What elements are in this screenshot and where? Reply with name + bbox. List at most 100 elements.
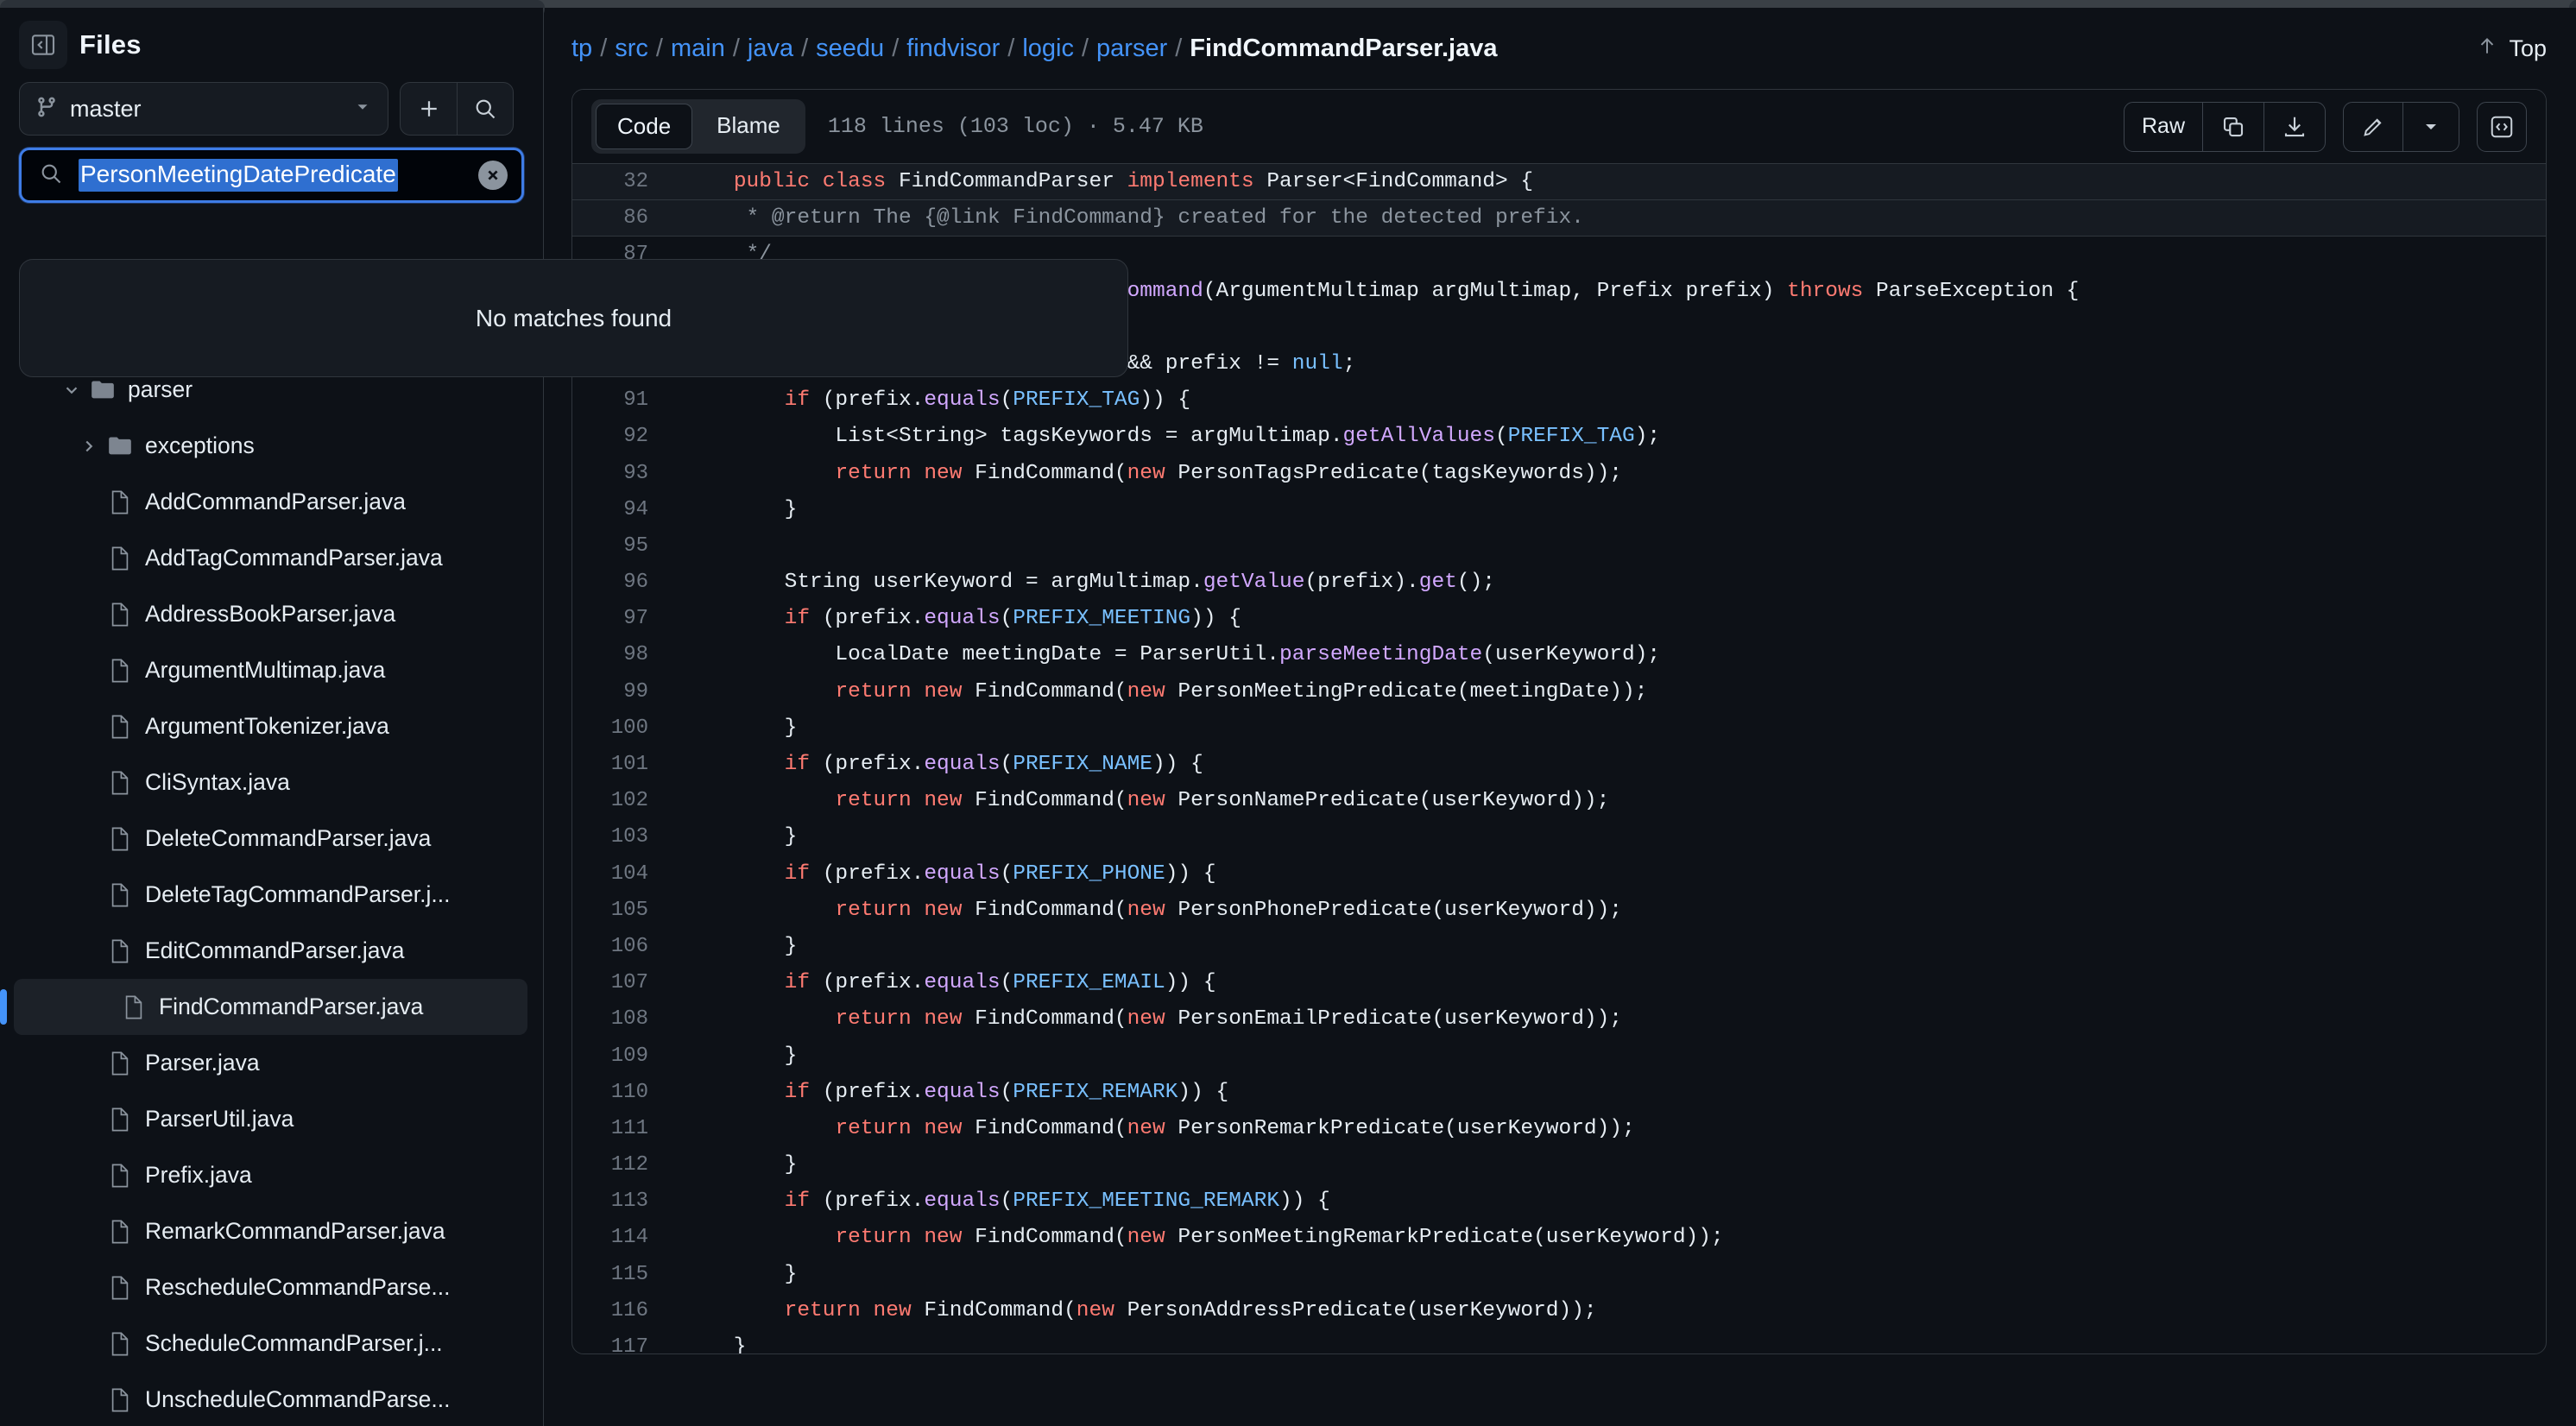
tree-file-parserutil[interactable]: ParserUtil.java [0, 1091, 543, 1147]
line-number[interactable]: 93 [572, 456, 667, 492]
line-number[interactable]: 115 [572, 1257, 667, 1293]
line-number[interactable]: 92 [572, 419, 667, 455]
tab-blame[interactable]: Blame [696, 104, 801, 149]
code-line-102[interactable]: 102 return new FindCommand(new PersonNam… [572, 783, 2546, 819]
breadcrumb-item-findvisor[interactable]: findvisor [906, 35, 1000, 63]
pencil-icon[interactable] [2344, 103, 2402, 151]
code-line-101[interactable]: 101 if (prefix.equals(PREFIX_NAME)) { [572, 747, 2546, 783]
tab-code[interactable]: Code [596, 104, 692, 149]
clear-circle-icon[interactable] [478, 161, 508, 190]
code-line-110[interactable]: 110 if (prefix.equals(PREFIX_REMARK)) { [572, 1075, 2546, 1111]
tree-item-label: Parser.java [145, 1050, 260, 1076]
tree-file-editcommandparser[interactable]: EditCommandParser.java [0, 923, 543, 979]
tree-file-clisyntax[interactable]: CliSyntax.java [0, 754, 543, 811]
tree-file-findcommandparser[interactable]: FindCommandParser.java [14, 979, 527, 1035]
line-number[interactable]: 106 [572, 929, 667, 965]
breadcrumb-item-src[interactable]: src [615, 35, 648, 63]
code-line-116[interactable]: 116 return new FindCommand(new PersonAdd… [572, 1293, 2546, 1329]
code-line-112[interactable]: 112 } [572, 1147, 2546, 1183]
code-line-104[interactable]: 104 if (prefix.equals(PREFIX_PHONE)) { [572, 856, 2546, 893]
code-line-98[interactable]: 98 LocalDate meetingDate = ParserUtil.pa… [572, 637, 2546, 673]
code-line-99[interactable]: 99 return new FindCommand(new PersonMeet… [572, 674, 2546, 710]
tree-file-schedulecommandparser[interactable]: ScheduleCommandParser.j... [0, 1316, 543, 1372]
code-line-108[interactable]: 108 return new FindCommand(new PersonEma… [572, 1001, 2546, 1038]
code-line-111[interactable]: 111 return new FindCommand(new PersonRem… [572, 1111, 2546, 1147]
code-line-93[interactable]: 93 return new FindCommand(new PersonTags… [572, 456, 2546, 492]
line-number[interactable]: 113 [572, 1183, 667, 1220]
code-line-86[interactable]: 86 * @return The {@link FindCommand} cre… [572, 200, 2546, 237]
line-number[interactable]: 91 [572, 382, 667, 419]
code-line-106[interactable]: 106 } [572, 929, 2546, 965]
line-number[interactable]: 109 [572, 1038, 667, 1075]
line-number[interactable]: 32 [572, 164, 667, 200]
code-line-115[interactable]: 115 } [572, 1257, 2546, 1293]
line-number[interactable]: 98 [572, 637, 667, 673]
line-number[interactable]: 103 [572, 819, 667, 855]
tree-file-deletetagcommandparser[interactable]: DeleteTagCommandParser.j... [0, 867, 543, 923]
tree-file-argumenttokenizer[interactable]: ArgumentTokenizer.java [0, 698, 543, 754]
breadcrumb-item-main[interactable]: main [671, 35, 725, 63]
line-number[interactable]: 104 [572, 856, 667, 893]
code-line-95[interactable]: 95 [572, 528, 2546, 565]
code-line-105[interactable]: 105 return new FindCommand(new PersonPho… [572, 893, 2546, 929]
code-line-109[interactable]: 109 } [572, 1038, 2546, 1075]
breadcrumb-item-logic[interactable]: logic [1022, 35, 1074, 63]
line-number[interactable]: 99 [572, 674, 667, 710]
line-number[interactable]: 102 [572, 783, 667, 819]
code-line-103[interactable]: 103 } [572, 819, 2546, 855]
line-number[interactable]: 110 [572, 1075, 667, 1111]
tree-file-parser[interactable]: Parser.java [0, 1035, 543, 1091]
code-line-96[interactable]: 96 String userKeyword = argMultimap.getV… [572, 565, 2546, 601]
line-number[interactable]: 86 [572, 200, 667, 237]
breadcrumb-item-seedu[interactable]: seedu [816, 35, 884, 63]
line-number[interactable]: 95 [572, 528, 667, 565]
breadcrumb-item-java[interactable]: java [748, 35, 793, 63]
sidebar-collapse-icon[interactable] [19, 21, 67, 69]
code-line-117[interactable]: 117 } [572, 1329, 2546, 1354]
line-number[interactable]: 96 [572, 565, 667, 601]
tree-folder-exceptions[interactable]: exceptions [0, 418, 543, 474]
line-number[interactable]: 112 [572, 1147, 667, 1183]
line-number[interactable]: 94 [572, 492, 667, 528]
line-number[interactable]: 101 [572, 747, 667, 783]
line-number[interactable]: 97 [572, 601, 667, 637]
copy-icon[interactable] [2202, 103, 2263, 151]
search-icon[interactable] [457, 83, 513, 135]
tree-file-deletecommandparser[interactable]: DeleteCommandParser.java [0, 811, 543, 867]
line-number[interactable]: 111 [572, 1111, 667, 1147]
code-line-32[interactable]: 32 public class FindCommandParser implem… [572, 164, 2546, 200]
code-line-113[interactable]: 113 if (prefix.equals(PREFIX_MEETING_REM… [572, 1183, 2546, 1220]
line-number[interactable]: 108 [572, 1001, 667, 1038]
line-number[interactable]: 114 [572, 1220, 667, 1256]
breadcrumb-item-tp[interactable]: tp [571, 35, 592, 63]
line-number[interactable]: 107 [572, 965, 667, 1001]
code-line-91[interactable]: 91 if (prefix.equals(PREFIX_TAG)) { [572, 382, 2546, 419]
top-button[interactable]: Top [2476, 35, 2547, 63]
code-line-107[interactable]: 107 if (prefix.equals(PREFIX_EMAIL)) { [572, 965, 2546, 1001]
branch-selector[interactable]: master [19, 82, 388, 136]
code-line-114[interactable]: 114 return new FindCommand(new PersonMee… [572, 1220, 2546, 1256]
line-number[interactable]: 117 [572, 1329, 667, 1354]
line-number[interactable]: 100 [572, 710, 667, 747]
chevron-down-icon[interactable] [2402, 103, 2459, 151]
breadcrumb-item-parser[interactable]: parser [1096, 35, 1167, 63]
tree-file-addcommandparser[interactable]: AddCommandParser.java [0, 474, 543, 530]
tree-file-argumentmultimap[interactable]: ArgumentMultimap.java [0, 642, 543, 698]
code-line-92[interactable]: 92 List<String> tagsKeywords = argMultim… [572, 419, 2546, 455]
line-number[interactable]: 116 [572, 1293, 667, 1329]
line-number[interactable]: 105 [572, 893, 667, 929]
file-search-input[interactable]: PersonMeetingDatePredicate [19, 148, 524, 203]
tree-file-addressbookparser[interactable]: AddressBookParser.java [0, 586, 543, 642]
code-line-97[interactable]: 97 if (prefix.equals(PREFIX_MEETING)) { [572, 601, 2546, 637]
tree-file-remarkcommandparser[interactable]: RemarkCommandParser.java [0, 1203, 543, 1259]
tree-file-unschedulecommandparser[interactable]: UnscheduleCommandParse... [0, 1372, 543, 1426]
tree-file-reschedulecommandparser[interactable]: RescheduleCommandParse... [0, 1259, 543, 1316]
plus-icon[interactable] [401, 83, 457, 135]
tree-file-addtagcommandparser[interactable]: AddTagCommandParser.java [0, 530, 543, 586]
download-icon[interactable] [2263, 103, 2325, 151]
code-line-94[interactable]: 94 } [572, 492, 2546, 528]
code-brackets-icon[interactable] [2477, 102, 2527, 152]
code-line-100[interactable]: 100 } [572, 710, 2546, 747]
tree-file-prefix[interactable]: Prefix.java [0, 1147, 543, 1203]
raw-button[interactable]: Raw [2125, 103, 2202, 151]
